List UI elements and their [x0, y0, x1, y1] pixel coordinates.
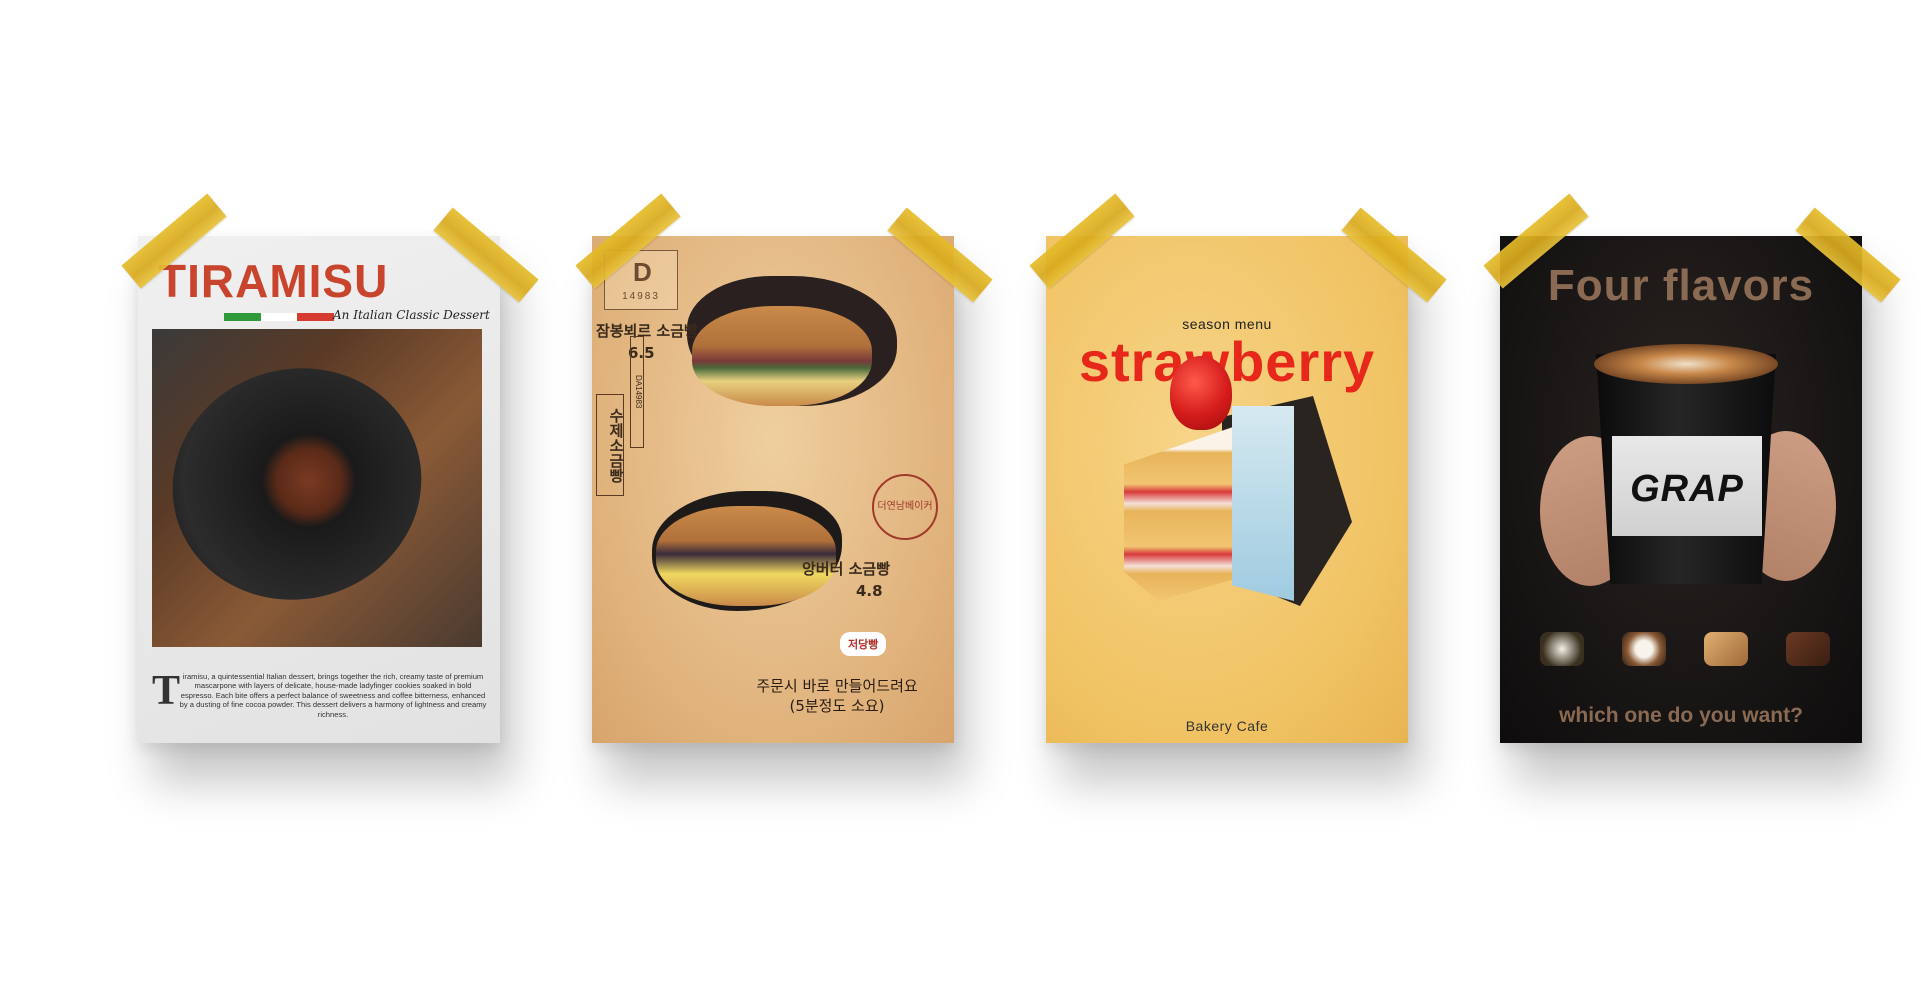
bakery-cafe-label: Bakery Cafe [1185, 718, 1269, 734]
vertical-code: DA14983 [630, 336, 644, 448]
logo-number: 14983 [622, 291, 660, 302]
plate-image [146, 340, 448, 628]
anbutter-sandwich-image [656, 506, 836, 606]
cup-brand: GRAP [1630, 468, 1744, 510]
vertical-label: 수제소금빵 [596, 394, 624, 496]
item2-name: 앙버터 소금빵 [802, 560, 891, 578]
tiramisu-poster: TIRAMISU An Italian Classic Dessert T ir… [138, 236, 500, 743]
order-note: 주문시 바로 만들어드려요 (5분정도 소요) [732, 676, 942, 717]
tiramisu-photo [146, 329, 482, 647]
strawberry-poster: season menu strawberry Bakery Cafe [1046, 236, 1408, 743]
coconut-icon [1622, 632, 1666, 666]
tiramisu-description: iramisu, a quintessential Italian desser… [179, 672, 487, 719]
ingredient-row [1540, 632, 1830, 666]
chocolate-icon [1786, 632, 1830, 666]
round-stamp: 더연남베이커 [872, 474, 938, 540]
coffee-poster: Four flavors GRAP which one do you want? [1500, 236, 1862, 743]
order-note-line1: 주문시 바로 만들어드려요 [756, 677, 918, 695]
tiramisu-subtitle: An Italian Classic Dessert [333, 308, 490, 322]
logo-letter: D [633, 257, 652, 287]
low-sugar-tag: 저당빵 [840, 632, 887, 656]
jambon-sandwich-image [692, 306, 872, 406]
tiramisu-title: TIRAMISU [158, 255, 389, 307]
latte-art-icon [1594, 344, 1778, 384]
caramel-icon [1704, 632, 1748, 666]
cake-icing [1232, 406, 1294, 601]
item2-price: 4.8 [856, 582, 883, 600]
sandwich-poster: D 14983 잠봉뵈르 소금빵 6.5 수제소금빵 DA14983 더연남베이… [592, 236, 954, 743]
vanilla-icon [1540, 632, 1584, 666]
item1-name: 잠봉뵈르 소금빵 [596, 322, 698, 340]
question-text: which one do you want? [1559, 704, 1803, 727]
order-note-line2: (5분정도 소요) [789, 697, 885, 716]
strawberry-icon [1170, 356, 1232, 430]
italian-flag-stripe [224, 313, 335, 321]
four-flavors-title: Four flavors [1547, 261, 1815, 310]
tiramisu-drop-cap: T [152, 668, 181, 714]
